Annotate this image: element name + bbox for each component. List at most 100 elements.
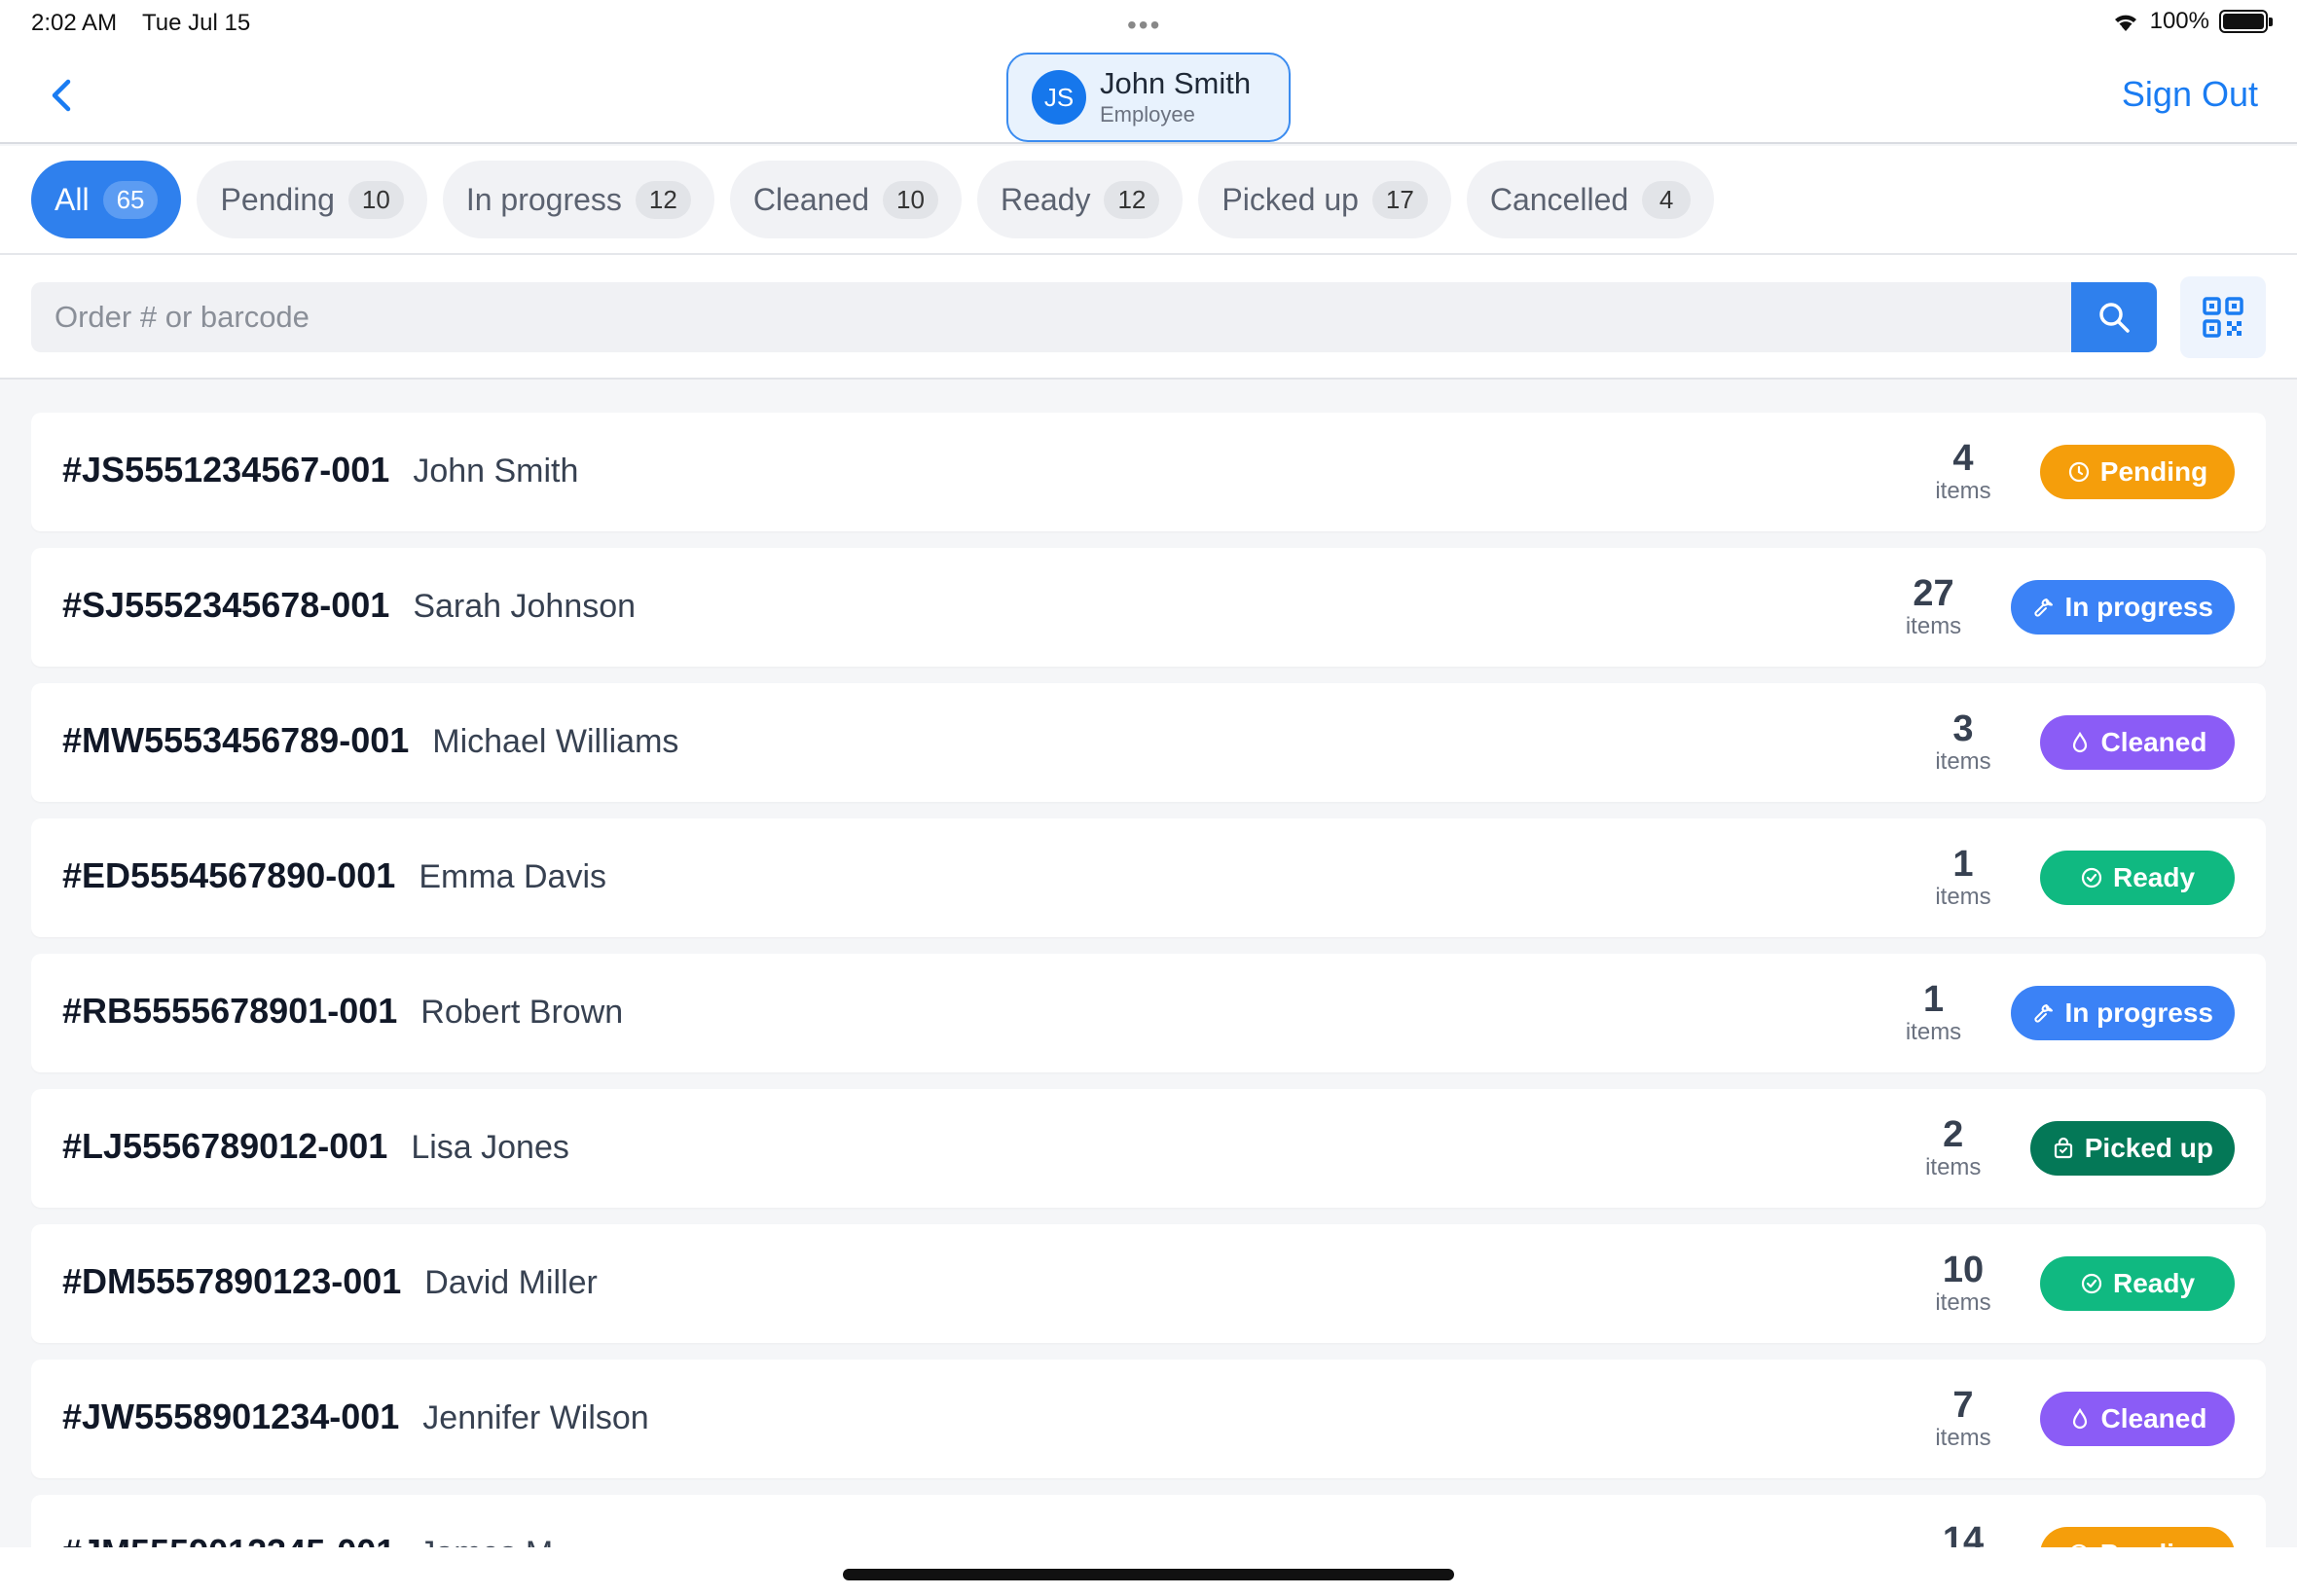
filter-count: 4 xyxy=(1642,180,1692,219)
filter-picked-up[interactable]: Picked up 17 xyxy=(1198,161,1451,238)
item-count: 7 items xyxy=(1929,1386,1997,1452)
order-number: #JS5551234567-001 xyxy=(62,450,390,490)
order-number: #MW5553456789-001 xyxy=(62,720,410,760)
status-label: Ready xyxy=(2112,862,2196,892)
status-badge: Pending xyxy=(2040,1527,2235,1547)
order-number: #LJ5556789012-001 xyxy=(62,1126,388,1166)
status-badge: Pending xyxy=(2040,445,2235,499)
item-count-number: 14 xyxy=(1942,1520,1985,1547)
filter-count: 10 xyxy=(883,180,938,219)
status-label: In progress xyxy=(2064,592,2213,622)
order-row[interactable]: #ED5554567890-001 Emma Davis 1 items Ready xyxy=(31,818,2266,937)
qr-code-icon xyxy=(2203,297,2243,338)
item-count-number: 1 xyxy=(1922,979,1945,1020)
user-name: John Smith xyxy=(1100,66,1252,100)
order-number: #SJ5552345678-001 xyxy=(62,585,390,625)
filter-count: 10 xyxy=(347,180,404,219)
status-badge: Picked up xyxy=(2029,1121,2235,1176)
customer-name: Lisa Jones xyxy=(411,1129,569,1166)
filter-cancelled[interactable]: Cancelled 4 xyxy=(1466,161,1715,238)
filter-in-progress[interactable]: In progress 12 xyxy=(442,161,714,238)
customer-name: Jennifer Wilson xyxy=(422,1399,649,1436)
status-badge: In progress xyxy=(2010,986,2235,1040)
filter-all[interactable]: All 65 xyxy=(31,161,182,238)
status-badge: Cleaned xyxy=(2040,715,2235,770)
battery-percent: 100% xyxy=(2149,8,2209,34)
status-badge: Cleaned xyxy=(2040,1392,2235,1446)
customer-name: Emma Davis xyxy=(419,858,607,895)
order-row[interactable]: #RB5555678901-001 Robert Brown 1 items In pr… xyxy=(31,954,2266,1072)
filter-label: All xyxy=(55,181,90,217)
order-row[interactable]: #JW5558901234-001 Jennifer Wilson 7 items Cl… xyxy=(31,1360,2266,1478)
item-count: 3 items xyxy=(1929,709,1997,776)
filter-label: Ready xyxy=(1000,181,1091,217)
order-row[interactable]: #MW5553456789-001 Michael Williams 3 items C… xyxy=(31,683,2266,802)
order-number: #ED5554567890-001 xyxy=(62,855,396,895)
filter-label: Picked up xyxy=(1221,181,1359,217)
filter-pending[interactable]: Pending 10 xyxy=(197,161,427,238)
item-count-label: items xyxy=(1905,1019,1962,1045)
order-row[interactable]: #JM5559012345-001 James M 14items Pending xyxy=(31,1495,2266,1547)
item-count-label: items xyxy=(1935,1289,1991,1316)
item-count-label: items xyxy=(1935,884,1991,910)
user-chip[interactable]: JS John Smith Employee xyxy=(1006,53,1291,142)
item-count-number: 2 xyxy=(1943,1114,1964,1155)
item-count-label: items xyxy=(1905,613,1962,639)
clock-icon xyxy=(2067,460,2091,484)
order-number: #JW5558901234-001 xyxy=(62,1396,400,1436)
item-count-number: 7 xyxy=(1952,1385,1974,1426)
wifi-icon xyxy=(2114,15,2136,31)
order-list: #JS5551234567-001 John Smith 4 items Pending… xyxy=(31,413,2266,1547)
customer-name: John Smith xyxy=(413,453,579,490)
item-count-label: items xyxy=(1935,748,1991,775)
status-badge: Ready xyxy=(2040,1256,2235,1311)
sign-out-button[interactable]: Sign Out xyxy=(2122,74,2258,115)
item-count: 27 items xyxy=(1900,574,1968,640)
home-indicator[interactable] xyxy=(843,1569,1454,1580)
droplet-icon xyxy=(2068,731,2092,754)
filter-label: Cleaned xyxy=(752,181,870,217)
item-count: 10 items xyxy=(1929,1251,1997,1317)
item-count: 1 items xyxy=(1900,980,1968,1046)
item-count-number: 4 xyxy=(1952,438,1974,479)
item-count: 2 items xyxy=(1919,1115,1987,1181)
customer-name: Michael Williams xyxy=(432,723,679,760)
filter-count: 12 xyxy=(1104,180,1160,219)
status-label: In progress xyxy=(2064,998,2213,1028)
filter-count: 65 xyxy=(102,180,159,219)
item-count: 14items xyxy=(1929,1521,1997,1547)
order-row[interactable]: #DM5557890123-001 David Miller 10 items Read… xyxy=(31,1224,2266,1343)
status-date: Tue Jul 15 xyxy=(142,10,251,36)
status-badge: Ready xyxy=(2040,851,2235,905)
filter-ready[interactable]: Ready 12 xyxy=(976,161,1184,238)
bag-check-icon xyxy=(2052,1137,2075,1160)
item-count-number: 10 xyxy=(1942,1250,1985,1290)
item-count-number: 3 xyxy=(1952,708,1974,749)
status-label: Cleaned xyxy=(2100,1403,2207,1433)
status-label: Pending xyxy=(2100,1539,2207,1547)
item-count-number: 1 xyxy=(1952,844,1974,885)
order-row[interactable]: #SJ5552345678-001 Sarah Johnson 27 items In … xyxy=(31,548,2266,667)
status-bar: 2:02 AM Tue Jul 15 ••• 100% xyxy=(0,0,2297,47)
order-search-input[interactable] xyxy=(31,282,2071,352)
filter-label: In progress xyxy=(465,181,622,217)
order-number: #JM5559012345-001 xyxy=(62,1532,395,1547)
multitasking-dots-icon[interactable]: ••• xyxy=(1127,10,1161,41)
status-label: Picked up xyxy=(2084,1133,2213,1163)
status-label: Pending xyxy=(2099,456,2208,487)
qr-scan-button[interactable] xyxy=(2180,276,2266,358)
order-number: #DM5557890123-001 xyxy=(62,1261,402,1301)
search-button[interactable] xyxy=(2071,282,2157,352)
item-count-label: items xyxy=(1935,1425,1991,1451)
check-circle-icon xyxy=(2080,866,2103,889)
back-button[interactable] xyxy=(43,72,82,119)
customer-name: James M xyxy=(419,1535,553,1547)
wrench-icon xyxy=(2032,1001,2056,1025)
status-filter-bar: All 65 Pending 10 In progress 12 Cleaned 10 Read… xyxy=(0,146,2297,255)
filter-cleaned[interactable]: Cleaned 10 xyxy=(729,161,962,238)
filter-count: 17 xyxy=(1371,180,1428,219)
droplet-icon xyxy=(2068,1407,2092,1431)
order-number: #RB5555678901-001 xyxy=(62,991,398,1031)
order-row[interactable]: #LJ5556789012-001 Lisa Jones 2 items Picked … xyxy=(31,1089,2266,1208)
order-row[interactable]: #JS5551234567-001 John Smith 4 items Pending xyxy=(31,413,2266,531)
